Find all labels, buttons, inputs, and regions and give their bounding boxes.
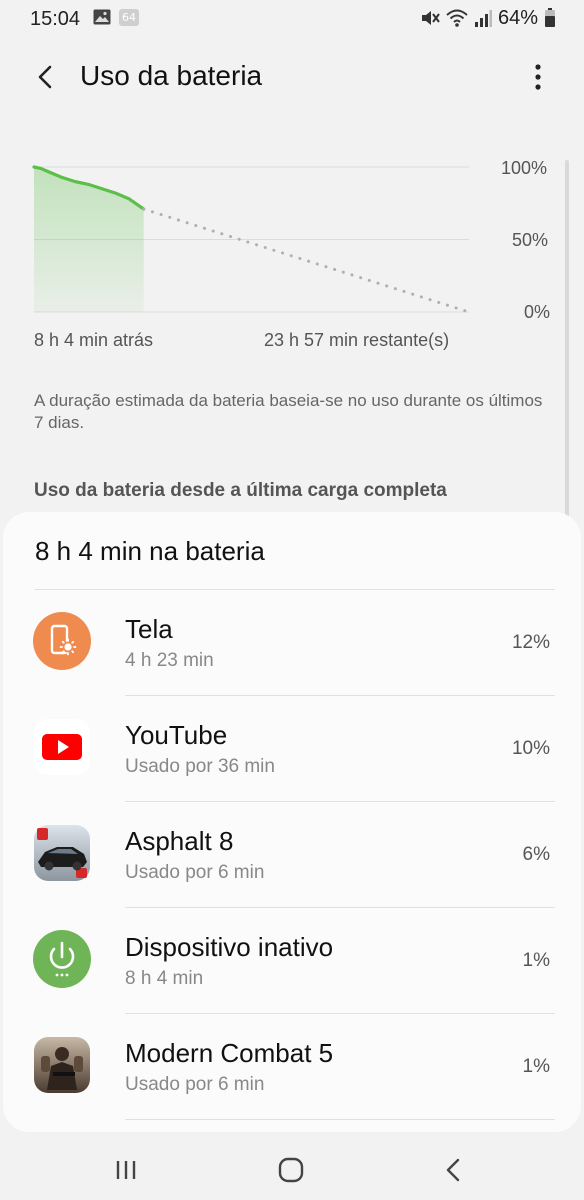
item-name: Modern Combat 5 bbox=[125, 1038, 334, 1068]
item-name: Dispositivo inativo bbox=[125, 932, 334, 962]
usage-card: 8 h 4 min na bateria Tela 4 h 23 min 12% bbox=[3, 512, 581, 1132]
navigation-bar bbox=[0, 1140, 584, 1200]
back-icon[interactable] bbox=[434, 1152, 474, 1188]
estimate-note: A duração estimada da bateria baseia-se … bbox=[34, 391, 543, 432]
item-duration: Usado por 6 min bbox=[125, 1074, 265, 1095]
battery-area bbox=[34, 167, 144, 312]
divider bbox=[125, 1119, 555, 1120]
item-name: Tela bbox=[125, 614, 173, 644]
screen-brightness-icon bbox=[33, 612, 91, 670]
back-arrow-icon[interactable] bbox=[28, 60, 62, 94]
x-right-label: 23 h 57 min restante(s) bbox=[264, 330, 450, 350]
youtube-icon bbox=[34, 719, 90, 775]
image-icon bbox=[93, 9, 111, 25]
status-bar: 15:04 64 64% bbox=[0, 0, 584, 36]
item-duration: 4 h 23 min bbox=[125, 650, 214, 671]
y-tick-label: 0% bbox=[524, 302, 551, 322]
usage-item-youtube[interactable]: YouTube Usado por 36 min 10% bbox=[3, 696, 581, 802]
usage-item-asphalt-8[interactable]: Asphalt 8 Usado por 6 min 6% bbox=[3, 802, 581, 908]
battery-percent: 64% bbox=[497, 6, 538, 29]
item-percent: 1% bbox=[522, 1056, 550, 1077]
asphalt-8-icon bbox=[34, 825, 90, 881]
y-tick-label: 100% bbox=[501, 158, 548, 178]
status-icons: 64% bbox=[420, 7, 556, 29]
mute-icon bbox=[421, 11, 440, 25]
signal-icon bbox=[474, 10, 492, 27]
item-percent: 1% bbox=[522, 950, 550, 971]
power-icon bbox=[33, 930, 91, 988]
usage-item-tela[interactable]: Tela 4 h 23 min 12% bbox=[3, 590, 581, 696]
app-bar: Uso da bateria bbox=[0, 42, 584, 108]
battery-chart-plot bbox=[32, 165, 471, 314]
item-percent: 6% bbox=[522, 844, 550, 865]
usage-item-dispositivo-inativo[interactable]: Dispositivo inativo 8 h 4 min 1% bbox=[3, 908, 581, 1014]
modern-combat-5-icon bbox=[34, 1037, 90, 1093]
badge-icon: 64 bbox=[119, 9, 139, 26]
item-duration: 8 h 4 min bbox=[125, 968, 204, 989]
battery-icon bbox=[545, 8, 555, 27]
item-name: YouTube bbox=[125, 720, 228, 750]
item-name: Asphalt 8 bbox=[125, 826, 234, 856]
usage-item-modern-combat-5[interactable]: Modern Combat 5 Usado por 6 min 1% bbox=[3, 1014, 581, 1120]
more-vert-icon[interactable] bbox=[524, 60, 552, 94]
item-duration: Usado por 36 min bbox=[125, 756, 275, 777]
item-percent: 10% bbox=[511, 738, 550, 759]
y-tick-label: 50% bbox=[512, 230, 549, 250]
home-icon[interactable] bbox=[271, 1152, 311, 1188]
usage-title: 8 h 4 min na bateria bbox=[35, 536, 265, 566]
wifi-icon bbox=[446, 9, 468, 27]
item-duration: Usado por 6 min bbox=[125, 862, 265, 883]
page-title: Uso da bateria bbox=[80, 60, 263, 91]
section-heading: Uso da bateria desde a última carga comp… bbox=[34, 480, 447, 501]
status-time: 15:04 bbox=[30, 8, 81, 30]
battery-chart: 100% 50% 0% 8 h 4 min atrás 23 h 57 min … bbox=[0, 140, 584, 350]
battery-projection-line bbox=[142, 207, 471, 314]
x-left-label: 8 h 4 min atrás bbox=[34, 330, 154, 350]
recent-apps-icon[interactable] bbox=[106, 1152, 146, 1188]
item-percent: 12% bbox=[511, 632, 550, 653]
